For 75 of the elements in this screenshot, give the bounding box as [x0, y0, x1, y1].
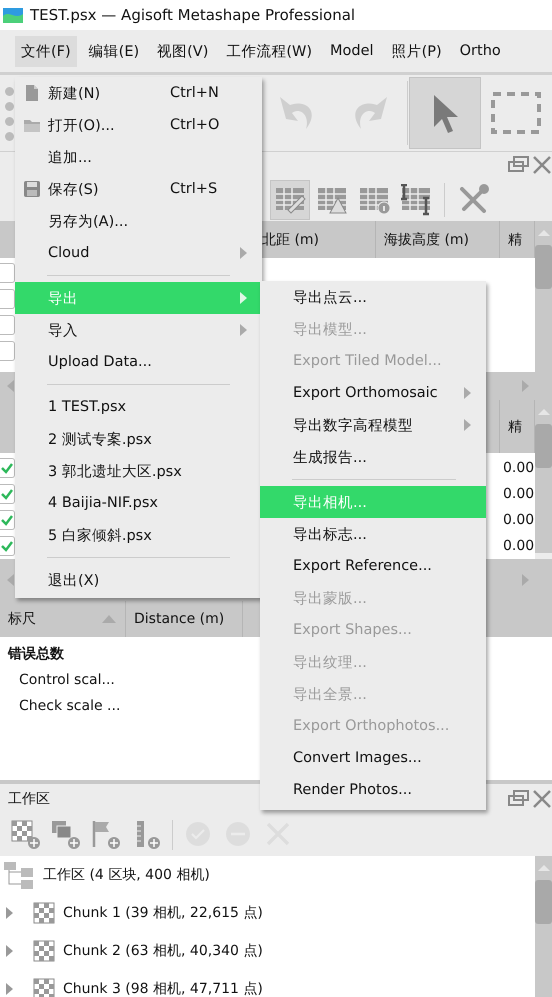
menu-item[interactable]: 2 测试专案.psx — [15, 423, 262, 455]
table-cell: 0.00 — [503, 512, 535, 528]
folder-tree-icon — [3, 860, 35, 890]
check-icon — [0, 461, 14, 475]
tree-item[interactable]: Chunk 1 (39 相机, 22,615 点) — [63, 904, 263, 922]
grip-icon[interactable] — [5, 87, 14, 141]
menu-item[interactable]: 打开(O)... Ctrl+O — [15, 109, 262, 141]
menu-item[interactable]: Upload Data... — [15, 346, 262, 378]
scroll-up-icon[interactable] — [536, 864, 550, 872]
scroll-up-icon[interactable] — [536, 408, 550, 416]
menu-item[interactable]: 工作流程(W) — [220, 36, 318, 66]
checkbox[interactable] — [0, 484, 15, 504]
menu-item[interactable]: 编辑(E) — [82, 36, 146, 66]
scroll-right-icon[interactable] — [521, 379, 530, 393]
menu-item[interactable]: 保存(S) Ctrl+S — [15, 173, 262, 205]
checkbox[interactable] — [0, 536, 15, 556]
check-icon — [0, 539, 14, 553]
menu-item[interactable]: 导出点云... — [260, 281, 486, 313]
menu-item[interactable]: 生成报告... — [260, 441, 486, 473]
checkbox[interactable] — [0, 458, 15, 478]
scrollbar[interactable] — [535, 856, 552, 997]
menu-item[interactable]: 导出标志... — [260, 518, 486, 550]
menu-item[interactable]: Ortho — [454, 37, 507, 65]
panel-title: 工作区 — [8, 790, 50, 808]
menu-item[interactable]: Model — [324, 37, 380, 65]
checkbox[interactable] — [0, 315, 15, 335]
menu-item[interactable]: 导出数字高程模型 — [260, 409, 486, 441]
table-cell-text: Control scal... — [18, 671, 115, 690]
checkbox[interactable] — [0, 263, 15, 283]
scroll-up-icon[interactable] — [536, 229, 550, 237]
checkbox[interactable] — [0, 510, 15, 530]
menu-item[interactable]: Export Orthomosaic — [260, 377, 486, 409]
sort-icon — [101, 614, 117, 624]
check-icon — [0, 513, 14, 527]
float-icon[interactable] — [508, 156, 530, 174]
menu-item[interactable]: 照片(P) — [386, 36, 448, 66]
tree-item[interactable]: Chunk 2 (63 相机, 40,340 点) — [63, 942, 263, 960]
table-cell: 0.00 — [503, 486, 535, 502]
table-cell: 0.00 — [503, 460, 535, 476]
table-cell-text: 错误总数 — [6, 645, 64, 664]
scrollbar[interactable] — [535, 400, 552, 553]
chunk-icon — [33, 902, 55, 924]
checkbox[interactable] — [0, 289, 15, 309]
table-cursor-icon — [400, 184, 432, 216]
add-flag-icon[interactable] — [91, 820, 121, 850]
scrollbar[interactable] — [535, 221, 552, 372]
table-cell: 0.00 — [503, 538, 535, 554]
check-icon — [0, 487, 14, 501]
menu-item[interactable]: 追加... — [15, 141, 262, 173]
menu-item[interactable]: Convert Images... — [260, 742, 486, 774]
close-icon[interactable] — [532, 789, 552, 809]
window-title: TEST.psx — Agisoft Metashape Professional — [30, 6, 356, 24]
tree-item[interactable]: Chunk 3 (98 相机, 47,711 点) — [63, 980, 263, 997]
float-icon[interactable] — [508, 790, 530, 808]
add-chunk-icon[interactable] — [11, 820, 41, 850]
dashed-rectangle-icon — [490, 91, 542, 135]
tree-item[interactable]: 工作区 (4 区块, 400 相机) — [43, 866, 210, 884]
table-cell-text: Check scale ... — [18, 697, 120, 716]
menu-item[interactable]: 3 郭北遗址大区.psx — [15, 455, 262, 487]
close-icon[interactable] — [532, 155, 552, 175]
menu-item[interactable]: 新建(N) Ctrl+N — [15, 77, 262, 109]
menu-item[interactable]: 1 TEST.psx — [15, 391, 262, 423]
toolbar-button[interactable] — [409, 77, 481, 149]
chunk-icon — [33, 940, 55, 962]
menu-item[interactable]: 退出(X) — [15, 564, 262, 596]
checkbox[interactable] — [0, 341, 15, 361]
menu-item[interactable]: 5 白家倾斜.psx — [15, 519, 262, 551]
scroll-right-icon[interactable] — [521, 573, 530, 587]
menu-item[interactable]: 视图(V) — [151, 36, 214, 66]
toolbar-button[interactable] — [270, 180, 310, 220]
menu-item[interactable]: 4 Baijia-NIF.psx — [15, 487, 262, 519]
menu-item[interactable]: 文件(F) — [15, 36, 77, 66]
menu-item[interactable]: Export Reference... — [260, 550, 486, 582]
menu-item[interactable]: Render Photos... — [260, 774, 486, 806]
add-photos-icon[interactable] — [51, 820, 81, 850]
